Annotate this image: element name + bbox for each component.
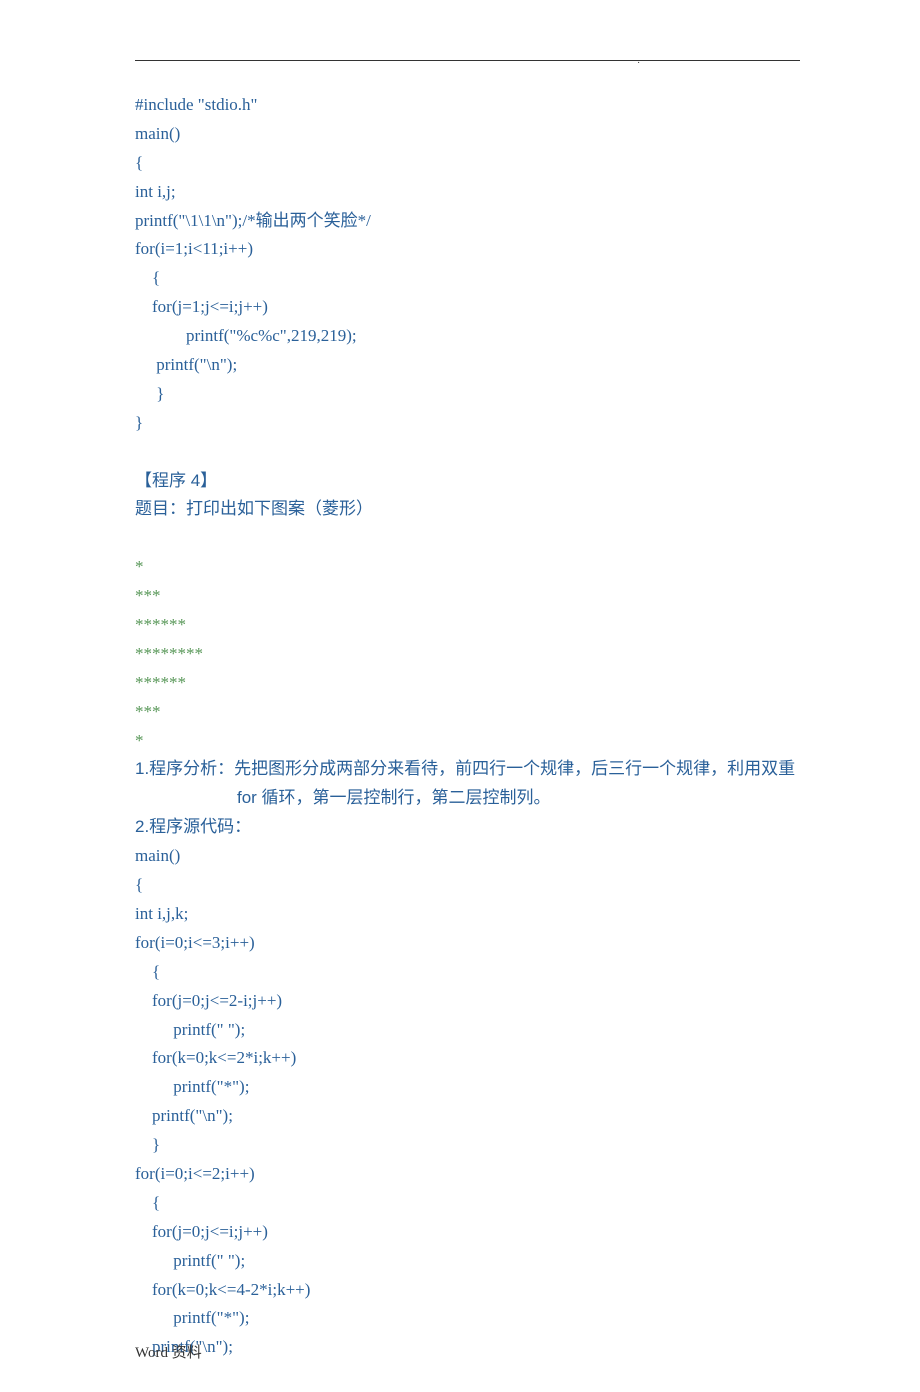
code2-l11: }	[135, 1131, 800, 1160]
code2-l2: {	[135, 871, 800, 900]
code2-l4: for(i=0;i<=3;i++)	[135, 929, 800, 958]
top-rule	[135, 60, 800, 61]
footer-ziliao: 资料	[172, 1344, 202, 1361]
code1-l5: printf("\1\1\n");/*输出两个笑脸*/	[135, 207, 800, 236]
footer: Word 资料	[135, 1341, 202, 1362]
code2-l1: main()	[135, 842, 800, 871]
code1-l4: int i,j;	[135, 178, 800, 207]
analysis-l3: 2.程序源代码：	[135, 813, 800, 842]
footer-word: Word	[135, 1345, 172, 1361]
code1-l3: {	[135, 149, 800, 178]
pattern-l7: *	[135, 727, 800, 756]
code2-l3: int i,j,k;	[135, 900, 800, 929]
analysis-l1: 1.程序分析：先把图形分成两部分来看待，前四行一个规律，后三行一个规律，利用双重	[135, 755, 800, 784]
code1-l2: main()	[135, 120, 800, 149]
code1-l10: printf("\n");	[135, 351, 800, 380]
pattern-l6: ***	[135, 698, 800, 727]
code2-l6: for(j=0;j<=2-i;j++)	[135, 987, 800, 1016]
code2-l13: {	[135, 1189, 800, 1218]
code1-l1: #include "stdio.h"	[135, 91, 800, 120]
code2-l14: for(j=0;j<=i;j++)	[135, 1218, 800, 1247]
header-dot: .	[637, 55, 640, 66]
pattern-l1: *	[135, 553, 800, 582]
code1-l6: for(i=1;i<11;i++)	[135, 235, 800, 264]
code2-l15: printf(" ");	[135, 1247, 800, 1276]
pattern-l5: ******	[135, 669, 800, 698]
code2-l8: for(k=0;k<=2*i;k++)	[135, 1044, 800, 1073]
heading-program-4: 【程序 4】	[135, 467, 800, 496]
code2-l16: for(k=0;k<=4-2*i;k++)	[135, 1276, 800, 1305]
code2-l12: for(i=0;i<=2;i++)	[135, 1160, 800, 1189]
code1-l8: for(j=1;j<=i;j++)	[135, 293, 800, 322]
code2-l7: printf(" ");	[135, 1016, 800, 1045]
code2-l9: printf("*");	[135, 1073, 800, 1102]
code2-l10: printf("\n");	[135, 1102, 800, 1131]
code1-l11: }	[135, 380, 800, 409]
code1-l7: {	[135, 264, 800, 293]
pattern-l4: ********	[135, 640, 800, 669]
code2-l5: {	[135, 958, 800, 987]
analysis-l2: for 循环，第一层控制行，第二层控制列。	[135, 784, 800, 813]
pattern-l2: ***	[135, 582, 800, 611]
title-program-4: 题目：打印出如下图案（菱形）	[135, 495, 800, 524]
code2-l17: printf("*");	[135, 1304, 800, 1333]
page-container: . #include "stdio.h" main() { int i,j; p…	[0, 0, 920, 1392]
code1-l9: printf("%c%c",219,219);	[135, 322, 800, 351]
pattern-l3: ******	[135, 611, 800, 640]
code1-l12: }	[135, 409, 800, 438]
code2-l18: printf("\n");	[135, 1333, 800, 1362]
